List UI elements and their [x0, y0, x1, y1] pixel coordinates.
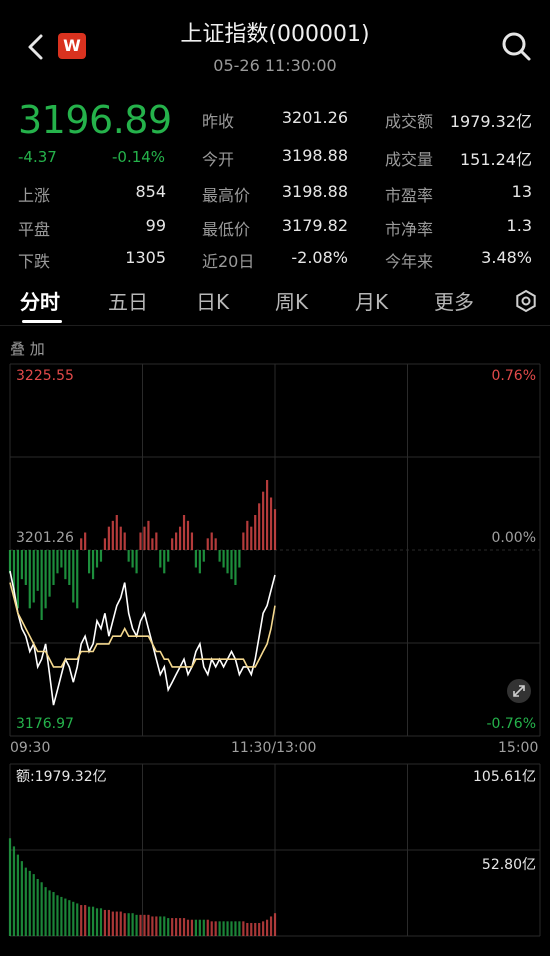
tab-five-day[interactable]: 五日 — [108, 286, 148, 315]
flat-count-value: 99 — [145, 216, 166, 235]
price-change-pct: -0.14% — [112, 148, 166, 166]
low-value: 3179.82 — [281, 216, 348, 235]
intraday-chart-svg — [8, 363, 541, 737]
ytd-value: 3.48% — [481, 248, 532, 267]
d20-label: 近20日 — [202, 252, 255, 271]
tab-weekly-k[interactable]: 周K — [275, 286, 308, 315]
period-tabs: 分时 五日 日K 周K 月K 更多 — [0, 278, 550, 326]
volume-total-label: 额:1979.32亿 — [16, 769, 107, 785]
low-label: 最低价 — [202, 220, 251, 239]
ytd-label: 今年来 — [385, 252, 434, 271]
page-title: 上证指数(000001) — [180, 22, 370, 47]
tab-intraday[interactable]: 分时 — [20, 286, 60, 315]
last-price: 3196.89 — [18, 98, 172, 142]
y-tick-left-bottom: 3176.97 — [16, 716, 74, 732]
down-count-value: 1305 — [125, 248, 166, 267]
gear-icon[interactable] — [514, 289, 538, 313]
bottom-bar — [0, 938, 550, 956]
expand-icon[interactable] — [506, 678, 532, 704]
prev-close-label: 昨收 — [202, 112, 235, 131]
volume-label: 成交量 — [385, 150, 434, 169]
active-tab-indicator — [22, 320, 62, 323]
volume-value: 151.24亿 — [460, 150, 532, 169]
y-tick-right-mid: 0.00% — [491, 530, 536, 546]
y-tick-right-bottom: -0.76% — [486, 716, 536, 732]
price-change: -4.37 — [18, 148, 57, 166]
intraday-chart: 3225.55 3201.26 3176.97 0.76% 0.00% -0.7… — [0, 360, 550, 760]
y-tick-left-mid: 3201.26 — [16, 530, 74, 546]
d20-value: -2.08% — [291, 248, 348, 267]
volume-chart: 额:1979.32亿 105.61亿 52.80亿 — [0, 762, 550, 956]
pb-label: 市净率 — [385, 220, 434, 239]
amount-value: 1979.32亿 — [449, 112, 532, 131]
tab-daily-k[interactable]: 日K — [196, 286, 229, 315]
volume-chart-svg — [8, 763, 541, 937]
volume-y-tick-top: 105.61亿 — [473, 769, 536, 785]
overlay-button[interactable]: 叠 加 — [10, 338, 45, 359]
quote-panel: 3196.89 -4.37 -0.14% 昨收 3201.26 成交额 1979… — [0, 96, 550, 276]
high-label: 最高价 — [202, 186, 251, 205]
x-tick-close: 15:00 — [498, 740, 539, 756]
y-tick-right-top: 0.76% — [491, 368, 536, 384]
quote-datetime: 05-26 11:30:00 — [213, 56, 337, 75]
tab-more[interactable]: 更多 — [434, 286, 474, 315]
x-tick-midday: 11:30/13:00 — [231, 740, 317, 756]
tab-monthly-k[interactable]: 月K — [355, 286, 388, 315]
pe-label: 市盈率 — [385, 186, 434, 205]
down-count-label: 下跌 — [18, 252, 51, 271]
up-count-value: 854 — [135, 182, 166, 201]
up-count-label: 上涨 — [18, 186, 51, 205]
x-tick-open: 09:30 — [10, 740, 51, 756]
volume-y-tick-mid: 52.80亿 — [481, 857, 536, 873]
open-value: 3198.88 — [281, 146, 348, 165]
prev-close-value: 3201.26 — [281, 108, 348, 127]
pb-value: 1.3 — [506, 216, 532, 235]
header-bar: W 上证指数(000001) 05-26 11:30:00 — [0, 0, 550, 90]
open-label: 今开 — [202, 150, 235, 169]
high-value: 3198.88 — [281, 182, 348, 201]
search-icon[interactable] — [500, 30, 532, 62]
amount-label: 成交额 — [385, 112, 434, 131]
flat-count-label: 平盘 — [18, 220, 51, 239]
y-tick-left-top: 3225.55 — [16, 368, 74, 384]
pe-value: 13 — [511, 182, 532, 201]
